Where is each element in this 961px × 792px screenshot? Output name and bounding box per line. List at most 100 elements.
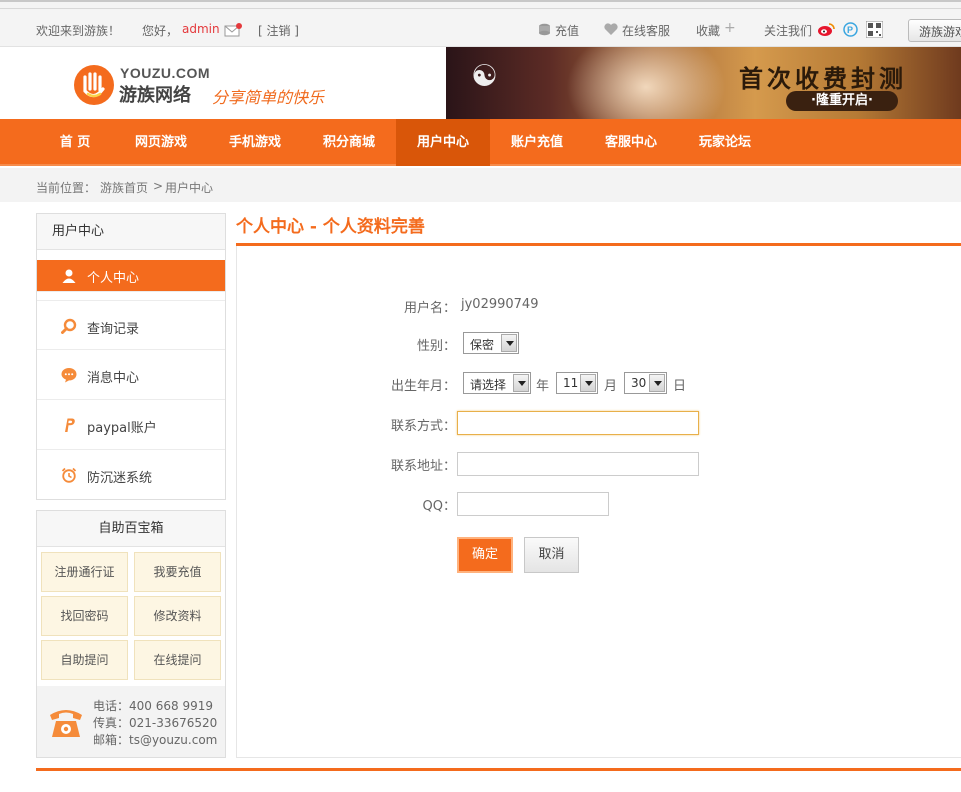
youzu-hand-logo-icon <box>74 65 114 105</box>
site-header: YOUZU.COM 游族网络 分享简单的快乐 ☯ 首次收费封测 ·隆重开启· <box>0 47 961 119</box>
birth-day-select[interactable]: 30 <box>624 372 667 394</box>
username-link[interactable]: admin <box>182 22 220 36</box>
logo-chinese: 游族网络 <box>119 85 191 106</box>
contact-method-input[interactable] <box>457 411 699 435</box>
hello-text: 您好， <box>142 24 179 38</box>
games-dropdown-button[interactable]: 游族游戏 <box>908 19 961 42</box>
alarm-clock-icon <box>61 467 77 483</box>
user-center-sidebar: 用户中心 个人中心 查询记录 消息中心 paypal账户 防沉迷系统 <box>36 213 226 500</box>
logo-slogan: 分享简单的快乐 <box>212 88 325 107</box>
chevron-down-icon <box>501 334 517 352</box>
gender-select[interactable]: 保密 <box>463 332 519 354</box>
banner-title: 首次收费封测 <box>739 64 907 93</box>
qr-code-icon[interactable] <box>865 20 884 41</box>
promo-banner[interactable]: ☯ 首次收费封测 ·隆重开启· <box>446 47 961 119</box>
username-label: 用户名： <box>403 301 456 316</box>
footer-divider <box>36 768 961 771</box>
banner-subtitle: ·隆重开启· <box>786 91 898 111</box>
breadcrumb-home-link[interactable]: 游族首页 <box>100 179 148 196</box>
nav-item-web-games[interactable]: 网页游戏 <box>114 119 208 166</box>
sidebar-item-label: 个人中心 <box>87 271 140 286</box>
nav-item-account-recharge[interactable]: 账户充值 <box>490 119 584 166</box>
pengyou-icon[interactable]: P <box>843 22 858 40</box>
chevron-down-icon <box>580 374 596 392</box>
logo-english: YOUZU.COM <box>120 65 211 81</box>
logout-link[interactable]: [ 注销 ] <box>258 22 299 39</box>
cancel-button[interactable]: 取消 <box>524 537 579 573</box>
banner-character-art <box>566 47 726 119</box>
sidebar-item-paypal-account[interactable]: paypal账户 <box>37 400 225 450</box>
chevron-down-icon <box>649 374 665 392</box>
nav-item-user-center[interactable]: 用户中心 <box>396 119 490 166</box>
nav-item-home[interactable]: 首 页 <box>36 119 114 166</box>
online-question-button[interactable]: 在线提问 <box>134 640 221 680</box>
plus-icon[interactable]: + <box>724 20 736 36</box>
birth-year-value: 请选择 <box>470 378 507 392</box>
coins-icon <box>538 23 551 39</box>
qq-input[interactable] <box>457 492 609 516</box>
sidebar-item-label: paypal账户 <box>87 421 157 436</box>
year-unit: 年 <box>536 379 550 394</box>
contact-phone: 电话：400 668 9919 <box>93 699 213 713</box>
mail-icon[interactable] <box>224 23 242 40</box>
top-bar: 欢迎来到游族！ 您好， admin [ 注销 ] 充值 在线客服 收藏 + 关注… <box>0 0 961 47</box>
follow-label: 关注我们 <box>764 24 813 38</box>
gender-select-value: 保密 <box>470 338 495 352</box>
sidebar-item-label: 消息中心 <box>87 371 140 386</box>
breadcrumb-separator: > <box>153 179 164 193</box>
breadcrumb-current: 用户中心 <box>165 181 214 195</box>
svg-text:P: P <box>847 25 853 35</box>
contact-info: 电话：400 668 9919 传真：021-33676520 邮箱：ts@yo… <box>37 686 225 757</box>
search-icon <box>61 318 77 334</box>
contact-email: 邮箱：ts@youzu.com <box>93 733 218 747</box>
telephone-icon <box>47 703 85 741</box>
page-title: 个人中心 - 个人资料完善 <box>236 217 425 237</box>
nav-item-customer-service[interactable]: 客服中心 <box>584 119 678 166</box>
nav-item-points-mall[interactable]: 积分商城 <box>302 119 396 166</box>
paypal-icon <box>61 417 77 433</box>
edit-profile-button[interactable]: 修改资料 <box>134 596 221 636</box>
heart-icon <box>604 23 618 39</box>
month-unit: 月 <box>604 379 618 394</box>
contact-method-label: 联系方式： <box>390 419 456 434</box>
recharge-link[interactable]: 充值 <box>555 22 579 39</box>
gender-label: 性别： <box>416 339 456 354</box>
main-nav: 首 页 网页游戏 手机游戏 积分商城 用户中心 账户充值 客服中心 玩家论坛 <box>0 119 961 166</box>
qq-label: QQ： <box>422 499 456 514</box>
favorite-link[interactable]: 收藏 <box>696 22 720 39</box>
birth-month-select[interactable]: 11 <box>556 372 598 394</box>
site-logo[interactable]: YOUZU.COM 游族网络 分享简单的快乐 <box>72 63 352 109</box>
message-icon <box>61 367 77 383</box>
sidebar-item-label: 防沉迷系统 <box>87 471 153 486</box>
chevron-down-icon <box>513 374 529 392</box>
sidebar-item-label: 查询记录 <box>87 322 140 337</box>
user-icon <box>61 268 77 284</box>
toolbox-title: 自助百宝箱 <box>37 511 225 547</box>
sidebar-item-query-records[interactable]: 查询记录 <box>37 300 225 350</box>
top-divider <box>0 8 961 9</box>
nav-item-forum[interactable]: 玩家论坛 <box>678 119 772 166</box>
username-value: jy02990749 <box>461 297 539 312</box>
self-help-question-button[interactable]: 自助提问 <box>41 640 128 680</box>
sidebar-item-anti-addiction[interactable]: 防沉迷系统 <box>37 450 225 500</box>
sidebar-item-personal-center[interactable]: 个人中心 <box>37 260 225 292</box>
sidebar-item-message-center[interactable]: 消息中心 <box>37 350 225 400</box>
online-service-link[interactable]: 在线客服 <box>622 22 670 39</box>
contact-address-label: 联系地址： <box>390 459 456 474</box>
recharge-button[interactable]: 我要充值 <box>134 552 221 592</box>
nav-item-mobile-games[interactable]: 手机游戏 <box>208 119 302 166</box>
birth-day-value: 30 <box>631 376 647 390</box>
register-passport-button[interactable]: 注册通行证 <box>41 552 128 592</box>
birth-year-select[interactable]: 请选择 <box>463 372 531 394</box>
banner-game-logo-icon: ☯ <box>471 59 498 94</box>
sidebar-title: 用户中心 <box>37 214 225 250</box>
contact-fax: 传真：021-33676520 <box>93 716 218 730</box>
day-unit: 日 <box>673 379 687 394</box>
birth-month-value: 11 <box>563 376 579 390</box>
submit-button[interactable]: 确定 <box>457 537 513 573</box>
breadcrumb-label: 当前位置： <box>36 181 97 195</box>
recover-password-button[interactable]: 找回密码 <box>41 596 128 636</box>
self-service-toolbox: 自助百宝箱 注册通行证 我要充值 找回密码 修改资料 自助提问 在线提问 电话：… <box>36 510 226 758</box>
weibo-icon[interactable] <box>817 22 835 40</box>
contact-address-input[interactable] <box>457 452 699 476</box>
